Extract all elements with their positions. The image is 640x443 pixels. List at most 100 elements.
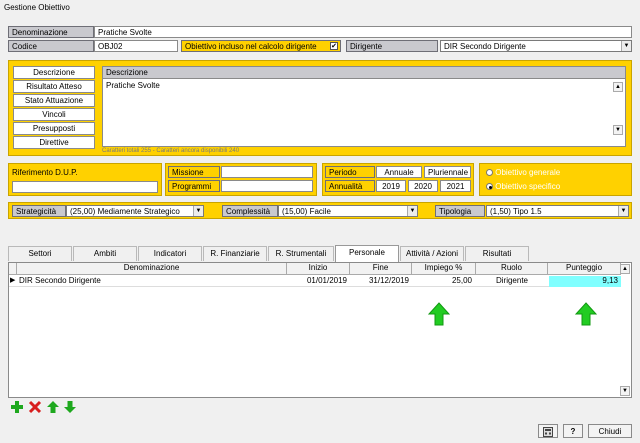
year-2021[interactable]: 2021 — [440, 180, 471, 192]
pluriennale-option[interactable]: Pluriennale — [424, 166, 471, 178]
strategicita-label: Strategicità — [12, 205, 66, 217]
dup-label: Riferimento D.U.P. — [12, 168, 78, 177]
complessita-value: (15,00) Facile — [282, 207, 331, 216]
tab-personale[interactable]: Personale — [335, 245, 399, 262]
obiettivo-generale-radio[interactable]: Obiettivo generale — [486, 168, 560, 178]
tab-risultato-atteso-label: Risultato Atteso — [26, 82, 82, 91]
denominazione-label: Denominazione — [8, 26, 94, 38]
dirigente-value: DIR Secondo Dirigente — [444, 42, 526, 51]
obiettivo-generale-label: Obiettivo generale — [495, 168, 561, 177]
year-2019[interactable]: 2019 — [376, 180, 406, 192]
calculator-icon — [543, 427, 553, 437]
add-icon[interactable] — [10, 400, 24, 414]
tab-attivita-azioni-label: Attività / Azioni — [405, 249, 459, 258]
chevron-down-icon[interactable]: ▼ — [618, 206, 628, 216]
arrow-up-annotation-icon — [575, 302, 597, 326]
year-2020[interactable]: 2020 — [408, 180, 438, 192]
cell-denominazione[interactable]: DIR Secondo Dirigente — [18, 276, 286, 287]
cell-impiego[interactable]: 25,00 — [412, 276, 472, 287]
tab-descrizione-label: Descrizione — [33, 68, 75, 77]
col-inizio[interactable]: Inizio — [287, 263, 350, 274]
annuale-option[interactable]: Annuale — [376, 166, 422, 178]
cell-punteggio[interactable]: 9,13 — [549, 276, 621, 287]
dirigente-label: Dirigente — [346, 40, 438, 52]
col-fine[interactable]: Fine — [350, 263, 412, 274]
tab-r-strumentali[interactable]: R. Strumentali — [268, 246, 334, 261]
cell-ruolo[interactable]: Dirigente — [476, 276, 548, 287]
radio-selected-icon — [486, 183, 493, 191]
check-icon: ✔ — [330, 42, 338, 50]
programmi-label: Programmi — [168, 180, 220, 192]
close-button-label: Chiudi — [598, 427, 622, 436]
calcolo-dirigente-label: Obiettivo incluso nel calcolo dirigente — [185, 42, 317, 51]
cell-inizio[interactable]: 01/01/2019 — [287, 276, 347, 287]
tab-ambiti[interactable]: Ambiti — [73, 246, 137, 261]
tab-vincoli[interactable]: Vincoli — [13, 108, 95, 121]
scroll-up-icon[interactable]: ▲ — [620, 264, 630, 274]
tab-attivita-azioni[interactable]: Attività / Azioni — [400, 246, 464, 261]
complessita-select[interactable]: (15,00) Facile ▼ — [278, 205, 418, 217]
obiettivo-specifico-label: Obiettivo specifico — [495, 182, 561, 191]
chevron-down-icon[interactable]: ▼ — [407, 206, 417, 216]
programmi-field[interactable] — [221, 180, 313, 192]
col-ruolo[interactable]: Ruolo — [476, 263, 548, 274]
dirigente-select[interactable]: DIR Secondo Dirigente ▼ — [440, 40, 632, 52]
calcolo-dirigente-checkbox[interactable]: Obiettivo incluso nel calcolo dirigente … — [181, 40, 341, 52]
help-button[interactable]: ? — [563, 424, 583, 438]
tab-risultati[interactable]: Risultati — [465, 246, 529, 261]
scroll-down-icon[interactable]: ▼ — [613, 125, 623, 135]
missione-field[interactable] — [221, 166, 313, 178]
strategicita-value: (25,00) Mediamente Strategico — [70, 207, 180, 216]
personale-grid: Denominazione Inizio Fine Impiego % Ruol… — [8, 262, 632, 398]
codice-label: Codice — [8, 40, 94, 52]
descrizione-textarea[interactable]: Pratiche Svolte — [103, 79, 625, 93]
chevron-down-icon[interactable]: ▼ — [193, 206, 203, 216]
scroll-up-icon[interactable]: ▲ — [613, 82, 623, 92]
move-down-icon[interactable] — [63, 400, 77, 414]
chevron-down-icon[interactable]: ▼ — [621, 41, 631, 51]
tab-descrizione[interactable]: Descrizione — [13, 66, 95, 79]
descrizione-editor: Descrizione Pratiche Svolte ▲ ▼ — [102, 66, 626, 147]
tab-presupposti[interactable]: Presupposti — [13, 122, 95, 135]
tab-presupposti-label: Presupposti — [32, 124, 76, 133]
tab-direttive[interactable]: Direttive — [13, 136, 95, 149]
grid-header: Denominazione Inizio Fine Impiego % Ruol… — [9, 263, 621, 275]
col-impiego[interactable]: Impiego % — [412, 263, 476, 274]
tab-indicatori[interactable]: Indicatori — [138, 246, 202, 261]
tab-ambiti-label: Ambiti — [93, 249, 117, 258]
cell-fine[interactable]: 31/12/2019 — [350, 276, 409, 287]
obiettivo-specifico-radio[interactable]: Obiettivo specifico — [486, 182, 560, 192]
calculator-button[interactable] — [538, 424, 558, 438]
tab-risultato-atteso[interactable]: Risultato Atteso — [13, 80, 95, 93]
move-up-icon[interactable] — [46, 400, 60, 414]
denominazione-field[interactable]: Pratiche Svolte — [94, 26, 632, 38]
tipologia-value: (1,50) Tipo 1.5 — [490, 207, 542, 216]
missione-label: Missione — [168, 166, 220, 178]
tab-r-finanziarie[interactable]: R. Finanziarie — [203, 246, 267, 261]
strategicita-select[interactable]: (25,00) Mediamente Strategico ▼ — [66, 205, 204, 217]
tab-stato-attuazione[interactable]: Stato Attuazione — [13, 94, 95, 107]
codice-field[interactable]: OBJ02 — [94, 40, 178, 52]
arrow-up-annotation-icon — [428, 302, 450, 326]
window-title: Gestione Obiettivo — [4, 3, 70, 12]
col-punteggio[interactable]: Punteggio — [548, 263, 621, 274]
tipologia-label: Tipologia — [435, 205, 485, 217]
delete-icon[interactable] — [28, 400, 42, 414]
tab-stato-attuazione-label: Stato Attuazione — [24, 96, 84, 105]
tab-indicatori-label: Indicatori — [153, 249, 187, 258]
tab-settori-label: Settori — [28, 249, 52, 258]
periodo-label: Periodo — [325, 166, 375, 178]
tab-settori[interactable]: Settori — [8, 246, 72, 261]
tab-vincoli-label: Vincoli — [42, 110, 66, 119]
scroll-down-icon[interactable]: ▼ — [620, 386, 630, 396]
character-counter: Caratteri totali 255 - Caratteri ancora … — [102, 148, 240, 154]
radio-empty-icon — [486, 169, 493, 177]
dup-field[interactable] — [12, 181, 158, 193]
tipologia-select[interactable]: (1,50) Tipo 1.5 ▼ — [486, 205, 629, 217]
tab-risultati-label: Risultati — [482, 249, 512, 258]
close-button[interactable]: Chiudi — [588, 424, 632, 438]
tab-r-strumentali-label: R. Strumentali — [275, 249, 327, 258]
table-row[interactable]: ▶ DIR Secondo Dirigente 01/01/2019 31/12… — [9, 276, 621, 287]
tab-personale-label: Personale — [348, 248, 386, 257]
col-denominazione[interactable]: Denominazione — [17, 263, 287, 274]
